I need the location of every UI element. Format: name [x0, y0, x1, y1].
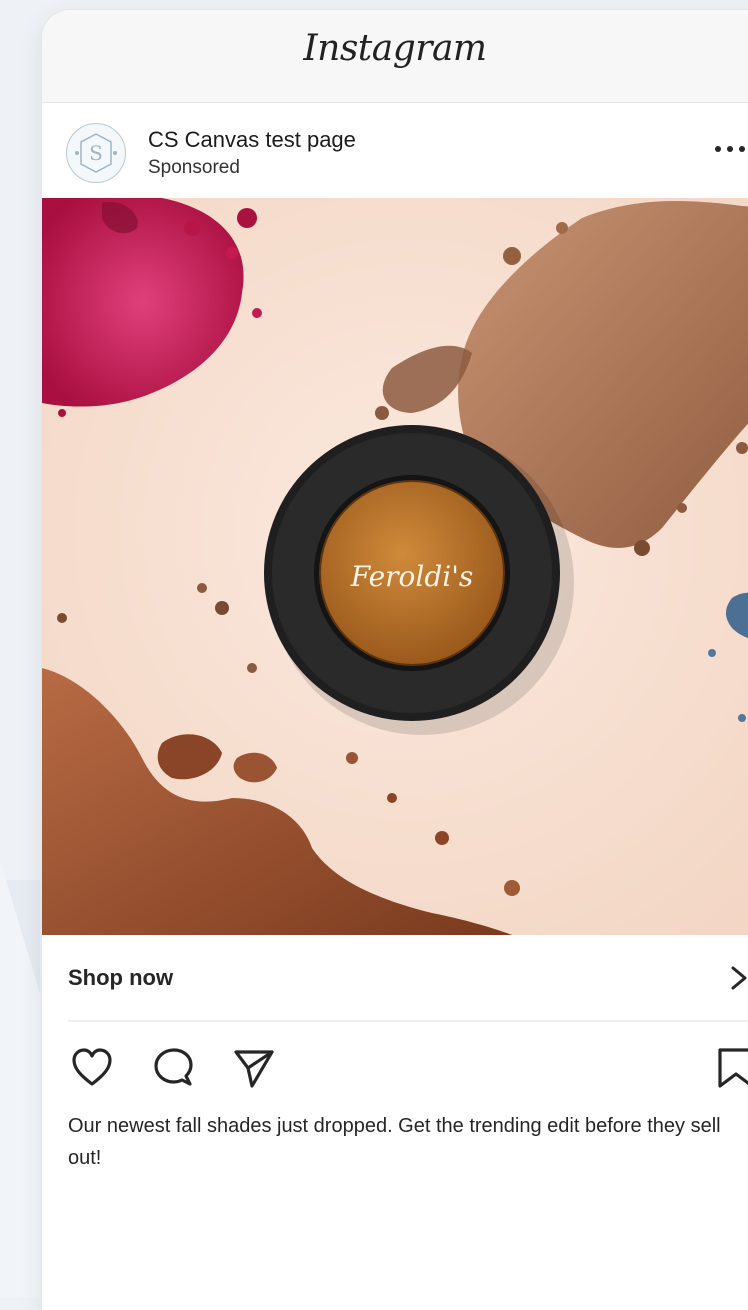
product-brand-text: Feroldi's: [350, 560, 474, 593]
page-name[interactable]: CS Canvas test page: [148, 127, 356, 153]
chevron-right-icon[interactable]: [727, 965, 748, 991]
svg-text:S: S: [89, 141, 103, 165]
shop-now-bar[interactable]: Shop now: [42, 935, 748, 1019]
instagram-phone-frame: Instagram S CS Canvas test page Sponsore…: [42, 10, 748, 1310]
instagram-logo: Instagram: [303, 28, 487, 69]
more-icon[interactable]: [710, 139, 748, 159]
shop-now-label[interactable]: Shop now: [68, 965, 173, 991]
post-caption: Our newest fall shades just dropped. Get…: [68, 1115, 721, 1169]
eyeshadow-product-image: Feroldi's: [42, 198, 748, 935]
comment-icon[interactable]: [152, 1046, 196, 1090]
divider: [68, 1020, 748, 1022]
sponsored-label: Sponsored: [148, 157, 240, 178]
heart-icon[interactable]: [70, 1046, 114, 1090]
app-header: Instagram: [42, 10, 748, 103]
avatar[interactable]: S: [66, 123, 126, 183]
send-icon[interactable]: [232, 1046, 276, 1090]
post-header: S CS Canvas test page Sponsored: [42, 103, 748, 199]
brand-logo-icon: S: [75, 133, 117, 173]
bookmark-icon[interactable]: [714, 1046, 748, 1090]
post-image[interactable]: Feroldi's: [42, 198, 748, 935]
